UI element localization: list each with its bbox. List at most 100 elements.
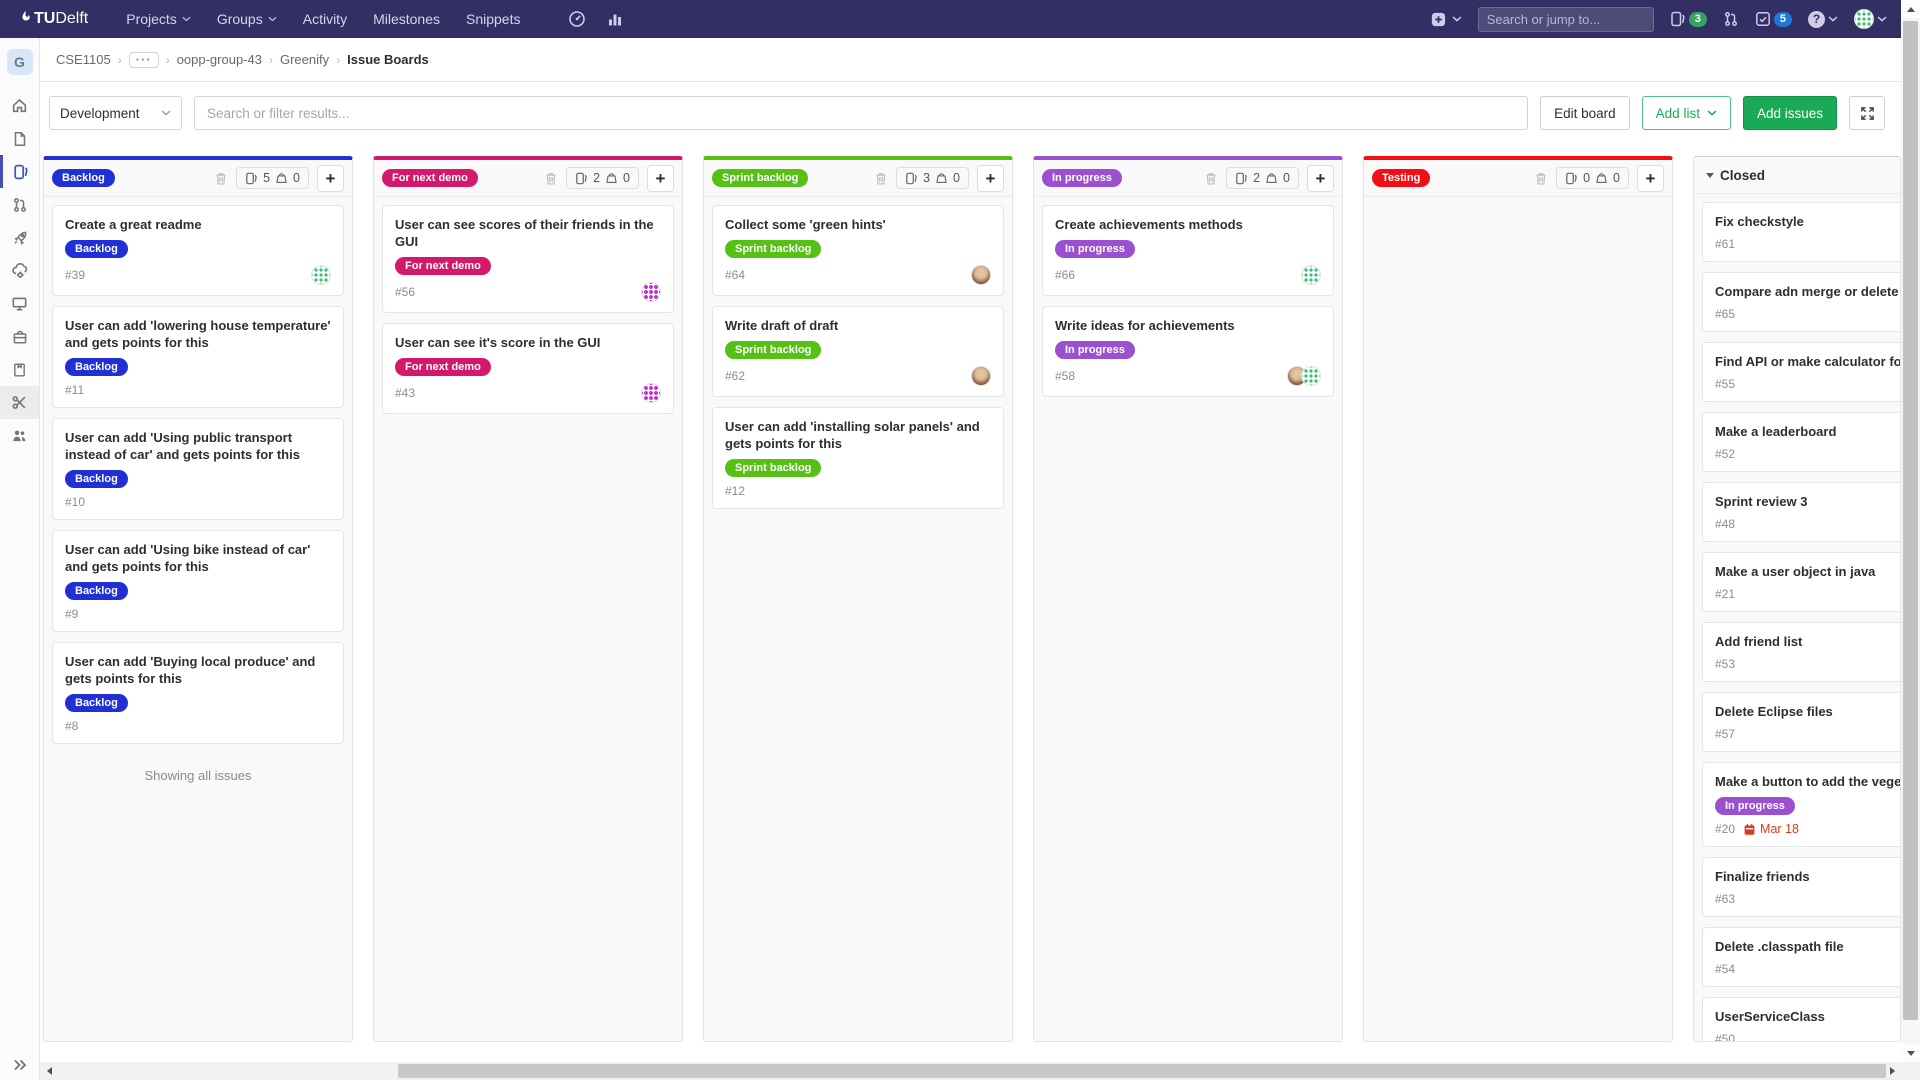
assignee-avatar[interactable] — [971, 265, 991, 285]
issue-title[interactable]: Sprint review 3 — [1715, 493, 1900, 510]
scroll-up-arrow[interactable] — [1901, 0, 1920, 18]
assignee-avatar[interactable] — [641, 282, 661, 302]
list-label[interactable]: For next demo — [382, 169, 478, 187]
card-label[interactable]: For next demo — [395, 358, 491, 376]
statistics-chart-icon[interactable] — [606, 10, 624, 28]
horizontal-scrollbar-thumb[interactable] — [398, 1064, 1886, 1078]
issue-card[interactable]: User can see it's score in the GUI For ne… — [382, 323, 674, 414]
project-avatar[interactable]: G — [7, 49, 33, 75]
issue-title[interactable]: User can add 'Buying local produce' and … — [65, 653, 331, 687]
breadcrumb-item[interactable]: Issue Boards — [347, 52, 429, 67]
sidebar-item-wiki[interactable] — [0, 353, 39, 386]
issue-title[interactable]: Delete Eclipse files — [1715, 703, 1900, 720]
add-issue-to-list-button[interactable]: + — [1637, 165, 1664, 192]
horizontal-scrollbar[interactable] — [40, 1062, 1901, 1080]
issue-title[interactable]: Make a button to add the vegetarian opti… — [1715, 773, 1900, 790]
issue-card[interactable]: Collect some 'green hints' Sprint backlog… — [712, 205, 1004, 296]
assignee-avatar[interactable] — [971, 366, 991, 386]
issue-card[interactable]: Add friend list #53 — [1702, 622, 1900, 682]
breadcrumb-item[interactable]: oopp-group-43 — [177, 52, 262, 67]
sidebar-item-registry[interactable] — [0, 287, 39, 320]
list-title[interactable]: Closed — [1720, 168, 1765, 183]
issue-card[interactable]: User can add 'lowering house temperature… — [52, 306, 344, 408]
sidebar-item-issue-board[interactable] — [0, 155, 39, 188]
add-issue-to-list-button[interactable]: + — [317, 165, 344, 192]
issue-title[interactable]: User can add 'Using public transport ins… — [65, 429, 331, 463]
card-label[interactable]: For next demo — [395, 257, 491, 275]
breadcrumb-item[interactable]: Greenify — [280, 52, 329, 67]
issue-card[interactable]: Make a user object in java #21 — [1702, 552, 1900, 612]
card-label[interactable]: Backlog — [65, 240, 128, 258]
issue-card[interactable]: Fix checkstyle #61 — [1702, 202, 1900, 262]
issue-title[interactable]: User can see it's score in the GUI — [395, 334, 661, 351]
issue-card[interactable]: Create achievements methodsIn progress #… — [1042, 205, 1334, 296]
merge-requests-nav-icon[interactable] — [1723, 11, 1739, 27]
tudelft-logo[interactable]: TUDelft — [18, 10, 88, 28]
nav-item-activity[interactable]: Activity — [303, 11, 347, 27]
issue-title[interactable]: Create a great readme — [65, 216, 331, 233]
issue-card[interactable]: Delete Eclipse files #57 — [1702, 692, 1900, 752]
add-list-button[interactable]: Add list — [1642, 96, 1731, 130]
issue-card[interactable]: User can add 'Buying local produce' and … — [52, 642, 344, 744]
list-label[interactable]: Sprint backlog — [712, 169, 808, 187]
global-search-input[interactable] — [1487, 12, 1663, 27]
sidebar-item-pipelines[interactable] — [0, 221, 39, 254]
sidebar-item-home[interactable] — [0, 89, 39, 122]
issue-card[interactable]: Delete .classpath file #54 — [1702, 927, 1900, 987]
nav-item-groups[interactable]: Groups — [217, 11, 277, 27]
issue-title[interactable]: User can add 'Using bike instead of car'… — [65, 541, 331, 575]
sidebar-item-snippets[interactable] — [0, 386, 39, 419]
nav-item-projects[interactable]: Projects — [126, 11, 191, 27]
issue-card[interactable]: Sprint review 3 #48 — [1702, 482, 1900, 542]
list-label[interactable]: In progress — [1042, 169, 1122, 187]
issue-title[interactable]: Delete .classpath file — [1715, 938, 1900, 955]
dashboard-gauge-icon[interactable] — [568, 10, 586, 28]
add-issue-to-list-button[interactable]: + — [977, 165, 1004, 192]
issue-card[interactable]: UserServiceClass #50 — [1702, 997, 1900, 1041]
issue-title[interactable]: Make a user object in java — [1715, 563, 1900, 580]
delete-list-button[interactable] — [1534, 171, 1548, 186]
card-label[interactable]: Backlog — [65, 582, 128, 600]
issue-card[interactable]: User can add 'installing solar panels' a… — [712, 407, 1004, 509]
help-menu-button[interactable]: ? — [1808, 11, 1838, 28]
issue-title[interactable]: Finalize friends — [1715, 868, 1900, 885]
sidebar-item-members[interactable] — [0, 419, 39, 452]
issue-title[interactable]: Create achievements methods — [1055, 216, 1321, 233]
sidebar-item-operations[interactable] — [0, 254, 39, 287]
card-label[interactable]: Sprint backlog — [725, 341, 821, 359]
global-search[interactable] — [1478, 7, 1654, 32]
assignee-avatar[interactable] — [641, 383, 661, 403]
sidebar-item-repository[interactable] — [0, 122, 39, 155]
scroll-down-arrow[interactable] — [1901, 1044, 1920, 1062]
issue-card[interactable]: User can add 'Using bike instead of car'… — [52, 530, 344, 632]
user-menu-button[interactable] — [1854, 9, 1887, 29]
card-label[interactable]: Sprint backlog — [725, 240, 821, 258]
delete-list-button[interactable] — [544, 171, 558, 186]
card-label[interactable]: In progress — [1055, 341, 1135, 359]
breadcrumb-ellipsis-button[interactable]: ··· — [129, 52, 159, 68]
issue-title[interactable]: Add friend list — [1715, 633, 1900, 650]
issue-card[interactable]: Make a button to add the vegetarian opti… — [1702, 762, 1900, 847]
board-filter-input[interactable] — [194, 96, 1528, 130]
nav-item-snippets[interactable]: Snippets — [466, 11, 520, 27]
board-select-dropdown[interactable]: Development — [49, 96, 182, 130]
assignee-avatar[interactable] — [311, 265, 331, 285]
add-issues-button[interactable]: Add issues — [1743, 96, 1837, 130]
sidebar-item-merge-requests[interactable] — [0, 188, 39, 221]
delete-list-button[interactable] — [214, 171, 228, 186]
issue-card[interactable]: Write ideas for achievementsIn progress … — [1042, 306, 1334, 397]
vertical-scrollbar[interactable] — [1901, 0, 1920, 1062]
issue-title[interactable]: Collect some 'green hints' — [725, 216, 991, 233]
delete-list-button[interactable] — [874, 171, 888, 186]
card-label[interactable]: Backlog — [65, 358, 128, 376]
issue-title[interactable]: Find API or make calculator for CO2 — [1715, 353, 1900, 370]
add-issue-to-list-button[interactable]: + — [1307, 165, 1334, 192]
issue-card[interactable]: User can add 'Using public transport ins… — [52, 418, 344, 520]
issue-title[interactable]: Write ideas for achievements — [1055, 317, 1321, 334]
issue-card[interactable]: Create a great readmeBacklog #39 — [52, 205, 344, 296]
issue-card[interactable]: Find API or make calculator for CO2 #55 — [1702, 342, 1900, 402]
issue-title[interactable]: Make a leaderboard — [1715, 423, 1900, 440]
breadcrumb-item[interactable]: CSE1105 — [56, 52, 111, 67]
card-label[interactable]: Backlog — [65, 470, 128, 488]
issue-title[interactable]: UserServiceClass — [1715, 1008, 1900, 1025]
